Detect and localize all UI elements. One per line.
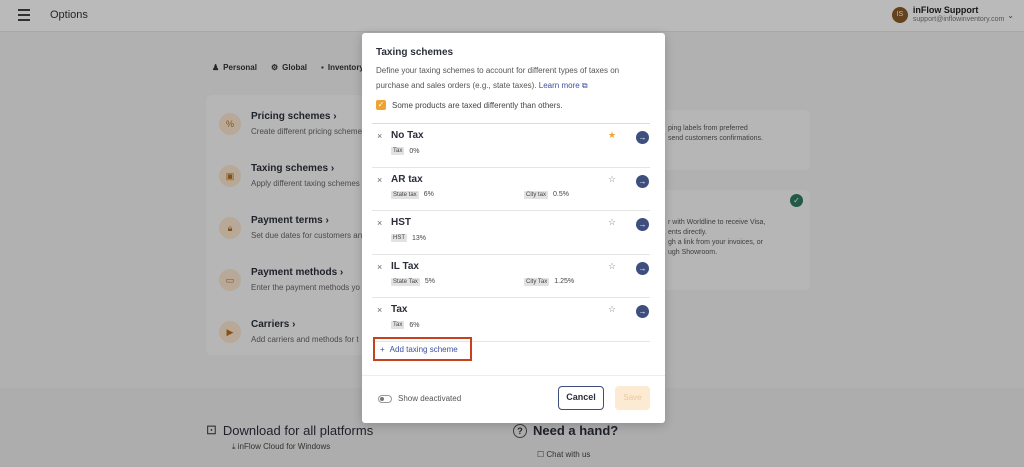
checkbox-checked-icon[interactable]: ✓ [376,100,386,110]
scheme-name: No Tax [391,130,424,141]
toggle-label: Show deactivated [398,394,462,403]
deactivate-icon[interactable]: × [377,262,382,272]
default-star-icon[interactable]: ★ [608,130,616,141]
star-icon[interactable]: ☆ [608,261,616,272]
tax-scheme-row: × No Tax Tax 0% ★ → [372,124,650,168]
add-label: Add taxing scheme [389,344,458,354]
arrow-right-icon[interactable]: → [636,305,649,318]
tax-scheme-row: × Tax Tax 6% ☆ → [372,298,650,342]
dialog-footer-divider [362,375,665,376]
star-icon[interactable]: ☆ [608,304,616,315]
tax-rate: State Tax 5% [391,277,436,286]
arrow-right-icon[interactable]: → [636,131,649,144]
deactivate-icon[interactable]: × [377,175,382,185]
arrow-right-icon[interactable]: → [636,261,649,275]
tax-rate: Tax 0% [391,147,420,155]
scheme-name: IL Tax [391,260,419,272]
add-taxing-scheme-button[interactable]: + Add taxing scheme [373,337,472,361]
show-deactivated-toggle[interactable]: Show deactivated [378,394,461,403]
tax-rate: City Tax 1.25% [524,277,575,286]
deactivate-icon[interactable]: × [377,131,382,141]
dialog-description: Define your taxing schemes to account fo… [376,66,620,90]
dialog-title: Taxing schemes [376,47,454,58]
taxing-schemes-dialog: Taxing schemes Define your taxing scheme… [362,33,665,423]
external-link-icon: ⧉ [581,81,588,90]
deactivate-icon[interactable]: × [377,305,382,315]
scheme-name: Tax [391,304,408,315]
checkbox-label: Some products are taxed differently than… [392,100,563,110]
scheme-name: AR tax [391,173,423,185]
save-button[interactable]: Save [615,386,650,410]
arrow-right-icon[interactable]: → [636,218,649,231]
scheme-name: HST [391,217,411,228]
star-icon[interactable]: ☆ [608,217,616,228]
tax-scheme-row: × AR tax State tax 6% City tax 0.5% ☆ → [372,168,650,211]
star-icon[interactable]: ☆ [608,174,616,185]
tax-scheme-row: × HST HST 13% ☆ → [372,211,650,255]
tax-rate: State tax 6% [391,190,434,199]
plus-icon: + [380,344,385,354]
tax-scheme-row: × IL Tax State Tax 5% City Tax 1.25% ☆ → [372,255,650,298]
learn-more-link[interactable]: Learn more ⧉ [539,81,588,90]
toggle-switch-icon[interactable] [378,394,392,403]
tax-rate: HST 13% [391,234,427,242]
cancel-button[interactable]: Cancel [558,386,604,410]
deactivate-icon[interactable]: × [377,218,382,228]
per-product-tax-checkbox-row[interactable]: ✓ Some products are taxed differently th… [376,100,563,110]
tax-scheme-list: × No Tax Tax 0% ★ → × AR tax State tax 6% … [372,123,650,342]
tax-rate: City tax 0.5% [524,190,569,199]
tax-rate: Tax 6% [391,321,420,329]
arrow-right-icon[interactable]: → [636,174,649,188]
